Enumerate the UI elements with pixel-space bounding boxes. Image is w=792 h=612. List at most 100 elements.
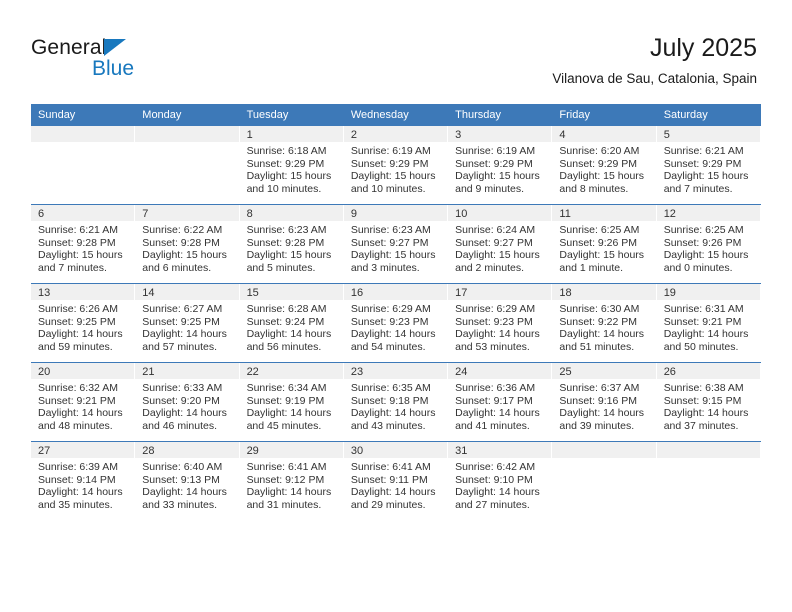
day-details: Sunrise: 6:35 AM Sunset: 9:18 PM Daylight:… [344, 379, 448, 432]
day-number: 31 [448, 442, 553, 458]
daylight-text: Daylight: 15 hours and 6 minutes. [142, 249, 227, 274]
calendar-day-cell[interactable]: 7 Sunrise: 6:22 AM Sunset: 9:28 PM Daylight… [135, 204, 240, 284]
calendar-day-cell[interactable]: 10 Sunrise: 6:24 AM Sunset: 9:27 PM Dayligh… [448, 204, 553, 284]
logo-secondary-text: Blue [92, 57, 135, 80]
day-number: 6 [31, 205, 136, 221]
day-number: 25 [552, 363, 657, 379]
calendar-day-cell[interactable]: 6 Sunrise: 6:21 AM Sunset: 9:28 PM Daylight… [31, 204, 136, 284]
calendar-day-cell[interactable]: 13 Sunrise: 6:26 AM Sunset: 9:25 PM Dayligh… [31, 283, 136, 363]
day-details: Sunrise: 6:27 AM Sunset: 9:25 PM Daylight:… [135, 300, 239, 353]
calendar-day-cell[interactable]: 22 Sunrise: 6:34 AM Sunset: 9:19 PM Dayligh… [239, 362, 344, 442]
day-details: Sunrise: 6:28 AM Sunset: 9:24 PM Daylight:… [240, 300, 344, 353]
sunset-text: Sunset: 9:16 PM [559, 394, 638, 407]
daylight-text: Daylight: 14 hours and 27 minutes. [455, 486, 540, 511]
day-details: Sunrise: 6:30 AM Sunset: 9:22 PM Daylight:… [552, 300, 656, 353]
day-number: 9 [343, 205, 449, 221]
day-details: Sunrise: 6:38 AM Sunset: 9:15 PM Daylight:… [657, 379, 761, 432]
calendar-cell-empty [656, 441, 761, 520]
sunrise-text: Sunrise: 6:18 AM [246, 145, 327, 157]
sunrise-text: Sunrise: 6:32 AM [38, 382, 118, 394]
calendar-day-cell[interactable]: 2 Sunrise: 6:19 AM Sunset: 9:29 PM Daylight… [343, 126, 449, 205]
daylight-text: Daylight: 15 hours and 5 minutes. [246, 249, 332, 274]
sunrise-text: Sunrise: 6:41 AM [350, 461, 431, 473]
calendar-day-cell[interactable]: 24 Sunrise: 6:36 AM Sunset: 9:17 PM Dayligh… [448, 362, 553, 442]
day-number: 29 [239, 442, 344, 458]
day-number: 8 [239, 205, 344, 221]
calendar-day-cell[interactable]: 20 Sunrise: 6:32 AM Sunset: 9:21 PM Dayligh… [31, 362, 136, 442]
daylight-text: Daylight: 15 hours and 9 minutes. [455, 170, 540, 195]
calendar-day-cell[interactable]: 26 Sunrise: 6:38 AM Sunset: 9:15 PM Dayligh… [656, 362, 761, 442]
day-number: 15 [239, 284, 344, 300]
calendar-grid: Sunday Monday Tuesday Wednesday Thursday… [31, 104, 761, 520]
daylight-text: Daylight: 14 hours and 53 minutes. [455, 328, 540, 353]
sunrise-text: Sunrise: 6:38 AM [663, 382, 744, 394]
daylight-text: Daylight: 14 hours and 46 minutes. [142, 407, 227, 432]
calendar-day-cell[interactable]: 29 Sunrise: 6:41 AM Sunset: 9:12 PM Dayligh… [239, 441, 344, 520]
calendar-day-cell[interactable]: 25 Sunrise: 6:37 AM Sunset: 9:16 PM Dayligh… [552, 362, 657, 442]
calendar-day-cell[interactable]: 1 Sunrise: 6:18 AM Sunset: 9:29 PM Daylight… [239, 126, 344, 205]
day-number: 16 [343, 284, 449, 300]
weekday-header-sunday: Sunday [31, 104, 136, 126]
weekday-header-monday: Monday [135, 104, 240, 126]
calendar-day-cell[interactable]: 28 Sunrise: 6:40 AM Sunset: 9:13 PM Dayligh… [135, 441, 240, 520]
calendar-day-cell[interactable]: 17 Sunrise: 6:29 AM Sunset: 9:23 PM Dayligh… [448, 283, 553, 363]
daylight-text: Daylight: 14 hours and 33 minutes. [142, 486, 227, 511]
calendar-week-row: 13 Sunrise: 6:26 AM Sunset: 9:25 PM Dayligh… [31, 283, 761, 363]
calendar-day-cell[interactable]: 19 Sunrise: 6:31 AM Sunset: 9:21 PM Dayligh… [656, 283, 761, 363]
day-details: Sunrise: 6:23 AM Sunset: 9:27 PM Daylight:… [344, 221, 448, 274]
daylight-text: Daylight: 14 hours and 29 minutes. [350, 486, 436, 511]
sunset-text: Sunset: 9:23 PM [350, 315, 429, 328]
sunset-text: Sunset: 9:29 PM [455, 157, 533, 170]
calendar-day-cell[interactable]: 8 Sunrise: 6:23 AM Sunset: 9:28 PM Daylight… [239, 204, 344, 284]
calendar-day-cell[interactable]: 16 Sunrise: 6:29 AM Sunset: 9:23 PM Dayligh… [343, 283, 449, 363]
calendar-day-cell[interactable]: 14 Sunrise: 6:27 AM Sunset: 9:25 PM Dayligh… [135, 283, 240, 363]
calendar-day-cell[interactable]: 12 Sunrise: 6:25 AM Sunset: 9:26 PM Dayligh… [656, 204, 761, 284]
page-subtitle: Vilanova de Sau, Catalonia, Spain [552, 71, 757, 86]
calendar-day-cell[interactable]: 30 Sunrise: 6:41 AM Sunset: 9:11 PM Dayligh… [343, 441, 449, 520]
day-number: 18 [552, 284, 657, 300]
day-number: 5 [656, 126, 761, 142]
sunset-text: Sunset: 9:24 PM [246, 315, 325, 328]
day-details: Sunrise: 6:26 AM Sunset: 9:25 PM Daylight:… [31, 300, 135, 353]
day-number [135, 126, 240, 142]
sunset-text: Sunset: 9:28 PM [142, 236, 220, 249]
day-number: 3 [448, 126, 553, 142]
sunset-text: Sunset: 9:26 PM [663, 236, 742, 249]
sunrise-text: Sunrise: 6:29 AM [350, 303, 431, 315]
sunrise-text: Sunrise: 6:24 AM [455, 224, 536, 236]
sunrise-text: Sunrise: 6:31 AM [663, 303, 744, 315]
calendar-day-cell[interactable]: 31 Sunrise: 6:42 AM Sunset: 9:10 PM Dayligh… [448, 441, 553, 520]
sunset-text: Sunset: 9:14 PM [38, 473, 116, 486]
calendar-day-cell[interactable]: 23 Sunrise: 6:35 AM Sunset: 9:18 PM Dayligh… [343, 362, 449, 442]
daylight-text: Daylight: 14 hours and 59 minutes. [38, 328, 123, 353]
daylight-text: Daylight: 15 hours and 1 minute. [559, 249, 645, 274]
day-details: Sunrise: 6:41 AM Sunset: 9:12 PM Daylight:… [240, 458, 344, 511]
daylight-text: Daylight: 14 hours and 54 minutes. [350, 328, 436, 353]
day-number: 28 [135, 442, 240, 458]
logo-triangle-icon [104, 39, 126, 56]
day-details: Sunrise: 6:20 AM Sunset: 9:29 PM Daylight:… [552, 142, 656, 195]
day-number: 23 [343, 363, 449, 379]
sunrise-text: Sunrise: 6:19 AM [455, 145, 536, 157]
day-number: 1 [239, 126, 344, 142]
day-details: Sunrise: 6:19 AM Sunset: 9:29 PM Daylight:… [448, 142, 552, 195]
calendar-day-cell[interactable]: 3 Sunrise: 6:19 AM Sunset: 9:29 PM Daylight… [448, 126, 553, 205]
sunrise-text: Sunrise: 6:39 AM [38, 461, 118, 473]
sunset-text: Sunset: 9:25 PM [38, 315, 116, 328]
calendar-day-cell[interactable]: 4 Sunrise: 6:20 AM Sunset: 9:29 PM Daylight… [552, 126, 657, 205]
calendar-day-cell[interactable]: 11 Sunrise: 6:25 AM Sunset: 9:26 PM Dayligh… [552, 204, 657, 284]
calendar-day-cell[interactable]: 27 Sunrise: 6:39 AM Sunset: 9:14 PM Dayligh… [31, 441, 136, 520]
day-number [552, 442, 657, 458]
calendar-cell-empty [552, 441, 657, 520]
calendar-day-cell[interactable]: 15 Sunrise: 6:28 AM Sunset: 9:24 PM Dayligh… [239, 283, 344, 363]
calendar-day-cell[interactable]: 5 Sunrise: 6:21 AM Sunset: 9:29 PM Daylight… [656, 126, 761, 205]
day-details: Sunrise: 6:34 AM Sunset: 9:19 PM Daylight:… [240, 379, 344, 432]
calendar-day-cell[interactable]: 9 Sunrise: 6:23 AM Sunset: 9:27 PM Daylight… [343, 204, 449, 284]
sunrise-text: Sunrise: 6:26 AM [38, 303, 118, 315]
day-details: Sunrise: 6:42 AM Sunset: 9:10 PM Daylight:… [448, 458, 552, 511]
calendar-day-cell[interactable]: 21 Sunrise: 6:33 AM Sunset: 9:20 PM Dayligh… [135, 362, 240, 442]
day-details: Sunrise: 6:21 AM Sunset: 9:28 PM Daylight:… [31, 221, 135, 274]
calendar-day-cell[interactable]: 18 Sunrise: 6:30 AM Sunset: 9:22 PM Dayligh… [552, 283, 657, 363]
daylight-text: Daylight: 14 hours and 41 minutes. [455, 407, 540, 432]
daylight-text: Daylight: 15 hours and 3 minutes. [350, 249, 436, 274]
